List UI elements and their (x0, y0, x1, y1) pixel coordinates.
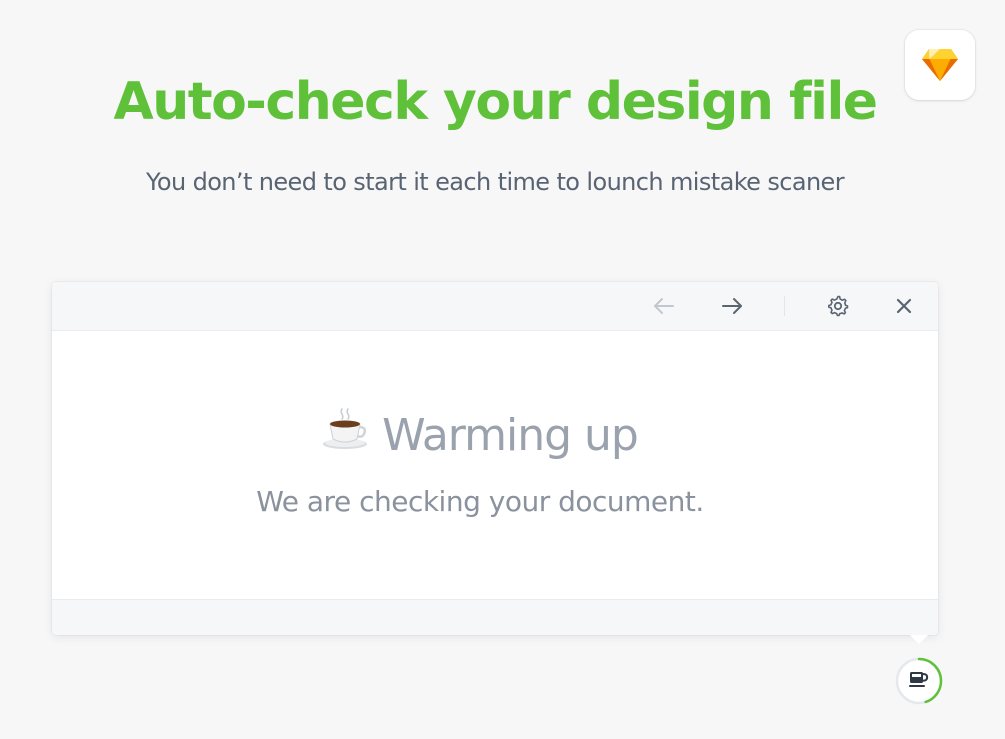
status-heading: Warming up (52, 407, 908, 465)
coffee-emoji-icon (322, 407, 370, 465)
page: Auto-check your design file You don’t ne… (0, 0, 1005, 739)
settings-button[interactable] (823, 291, 853, 321)
progress-indicator-button[interactable] (894, 656, 944, 706)
panel-toolbar (52, 282, 938, 331)
forward-button[interactable] (717, 291, 747, 321)
toolbar-divider (784, 296, 785, 316)
close-button[interactable] (889, 291, 919, 321)
progress-ring (895, 657, 943, 705)
page-headline: Auto-check your design file (113, 72, 878, 132)
arrow-left-icon (654, 298, 674, 314)
panel-footer (52, 599, 938, 635)
panel-pointer (910, 635, 928, 644)
arrow-right-icon (722, 298, 742, 314)
status-message: We are checking your document. (256, 485, 704, 518)
status-title: Warming up (382, 410, 639, 461)
page-subheadline: You don’t need to start it each time to … (145, 168, 845, 196)
gear-icon (828, 295, 849, 317)
panel-content: Warming up We are checking your document… (52, 331, 938, 599)
close-icon (896, 298, 912, 314)
plugin-panel: Warming up We are checking your document… (52, 282, 938, 635)
back-button[interactable] (649, 291, 679, 321)
